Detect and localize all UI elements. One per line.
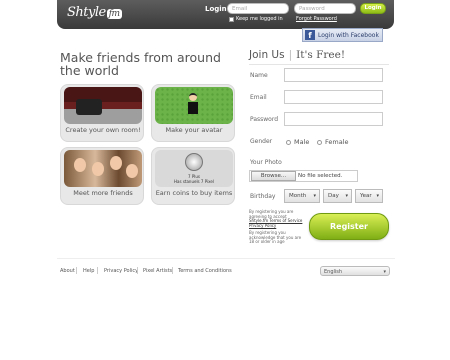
- gender-female-option[interactable]: Female: [317, 138, 349, 146]
- avatar-figure: [188, 93, 198, 119]
- email-input[interactable]: [284, 90, 383, 104]
- name-input[interactable]: [284, 68, 383, 82]
- language-value: English: [324, 269, 343, 275]
- coins-image-text-bottom: Has stanuels 7 Pixel: [174, 179, 214, 184]
- male-label: Male: [294, 138, 310, 146]
- keep-logged-in-label: Keep me logged in: [236, 16, 283, 22]
- join-divider: [249, 64, 389, 65]
- header-email-input[interactable]: Email: [227, 3, 289, 14]
- footer-separator: [172, 267, 173, 274]
- file-status: No file selected.: [298, 173, 343, 179]
- logo-suffix: fm: [106, 9, 122, 19]
- age-note: By registering you acknowledge that you …: [249, 230, 302, 244]
- male-radio[interactable]: [286, 139, 291, 145]
- login-label: Login: [205, 5, 227, 13]
- footer-link-help[interactable]: Help: [83, 268, 94, 274]
- site-logo[interactable]: Shtyle fm: [67, 5, 122, 20]
- feature-tile-room[interactable]: Create your own room!: [60, 84, 144, 142]
- chevron-down-icon: ▾: [345, 193, 348, 199]
- keep-logged-in[interactable]: Keep me logged in: [229, 16, 283, 22]
- tile-caption: Create your own room!: [65, 126, 141, 134]
- name-label: Name: [250, 72, 268, 79]
- feature-tile-friends[interactable]: Meet more friends: [60, 147, 144, 205]
- day-value: Day: [328, 193, 339, 199]
- forgot-password-link[interactable]: Forgot Password: [296, 16, 337, 22]
- female-radio[interactable]: [317, 139, 322, 145]
- photo-file-input[interactable]: Browse... No file selected.: [249, 170, 358, 182]
- tile-caption: Meet more friends: [73, 189, 133, 197]
- header-password-input[interactable]: Password: [294, 3, 356, 14]
- facebook-icon: f: [305, 30, 315, 40]
- language-select[interactable]: English ▾: [320, 266, 390, 276]
- privacy-link[interactable]: Privacy Policy: [249, 223, 276, 228]
- logo-text: Shtyle: [67, 5, 106, 20]
- birth-month-select[interactable]: Month ▾: [284, 189, 320, 203]
- feature-tile-coins[interactable]: 7 Plus Has stanuels 7 Pixel Earn coins t…: [151, 147, 235, 205]
- friends-image: [64, 150, 142, 187]
- page-headline: Make friends from around the world: [60, 50, 221, 78]
- facebook-login-label: Login with Facebook: [318, 31, 379, 39]
- footer-separator: [97, 267, 98, 274]
- join-subtitle: It's Free!: [296, 49, 346, 61]
- photo-label: Your Photo: [250, 159, 282, 166]
- register-button[interactable]: Register: [309, 213, 389, 240]
- header-login-button[interactable]: Login: [360, 3, 386, 14]
- keep-logged-in-checkbox[interactable]: [229, 16, 234, 22]
- footer-separator: [137, 267, 138, 274]
- footer-link-about[interactable]: About: [60, 268, 75, 274]
- chevron-down-icon: ▾: [313, 193, 316, 199]
- facebook-login-button[interactable]: f Login with Facebook: [302, 28, 383, 42]
- coin-icon: [185, 153, 203, 171]
- terms-note: By registering you are agreeing to accep…: [249, 209, 304, 228]
- chevron-down-icon: ▾: [383, 269, 386, 275]
- footer-divider: [57, 258, 395, 259]
- tile-caption: Earn coins to buy items: [155, 189, 233, 197]
- gender-male-option[interactable]: Male: [286, 138, 309, 146]
- top-header-bar: Shtyle fm Login Email Password Keep me lo…: [57, 0, 394, 29]
- coins-image: 7 Plus Has stanuels 7 Pixel: [155, 150, 233, 187]
- password-input[interactable]: [284, 112, 383, 126]
- avatar-image: [155, 87, 233, 124]
- footer-separator: [76, 267, 77, 274]
- join-heading: Join Us | It's Free!: [249, 49, 346, 61]
- chevron-down-icon: ▾: [376, 193, 379, 199]
- email-label: Email: [250, 94, 267, 101]
- birth-day-select[interactable]: Day ▾: [323, 189, 352, 203]
- room-image: [64, 87, 142, 124]
- feature-tile-avatar[interactable]: Make your avatar: [151, 84, 235, 142]
- footer-link-privacy[interactable]: Privacy Policy: [104, 268, 138, 274]
- month-value: Month: [289, 193, 307, 199]
- birth-year-select[interactable]: Year ▾: [355, 189, 383, 203]
- footer-link-pixel-artists[interactable]: Pixel Artists: [143, 268, 172, 274]
- join-title: Join Us: [249, 49, 285, 61]
- browse-button[interactable]: Browse...: [251, 171, 296, 181]
- year-value: Year: [360, 193, 372, 199]
- footer-link-terms[interactable]: Terms and Conditions: [178, 268, 232, 274]
- birthday-label: Birthday: [250, 193, 276, 200]
- tile-caption: Make your avatar: [165, 126, 223, 134]
- password-label: Password: [250, 116, 279, 123]
- female-label: Female: [325, 138, 349, 146]
- gender-label: Gender: [250, 138, 273, 145]
